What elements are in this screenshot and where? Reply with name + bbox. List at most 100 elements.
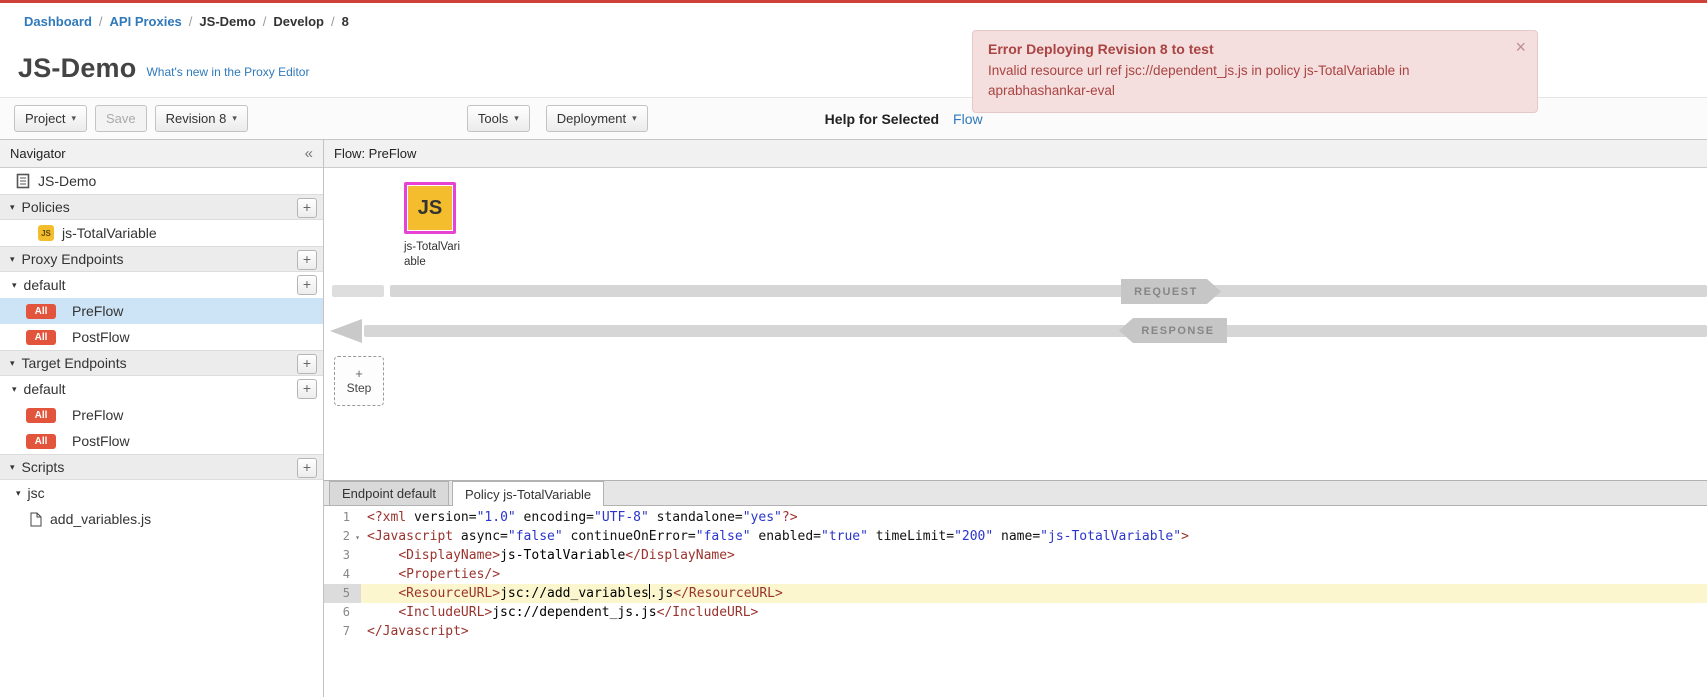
line-number: 3 [324, 546, 361, 565]
project-menu-button[interactable]: Project ▾ [14, 105, 87, 132]
policy-node-js-totalvariable[interactable]: JS js-TotalVariable [404, 182, 464, 270]
flow-condition-badge: All [26, 434, 56, 449]
target-postflow-label: PostFlow [72, 433, 130, 449]
code-editor[interactable]: 1<?xml version="1.0" encoding="UTF-8" st… [324, 506, 1707, 697]
sidebar-item-jsc-folder[interactable]: ▾ jsc [0, 480, 323, 506]
code-text[interactable]: </Javascript> [361, 622, 1707, 641]
flow-condition-badge: All [26, 330, 56, 345]
target-default-label: default [24, 381, 66, 397]
jsc-folder-label: jsc [28, 485, 45, 501]
request-pipe-start [332, 285, 384, 297]
breadcrumb-separator: / [99, 14, 103, 29]
tab-policy-js-totalvariable[interactable]: Policy js-TotalVariable [452, 481, 604, 506]
navigator-title: Navigator [10, 146, 66, 161]
code-text[interactable]: <Javascript async="false" continueOnErro… [361, 527, 1707, 546]
code-line[interactable]: 3 <DisplayName>js-TotalVariable</Display… [324, 546, 1707, 565]
code-text[interactable]: <?xml version="1.0" encoding="UTF-8" sta… [361, 508, 1707, 527]
add-policy-button[interactable]: + [297, 198, 317, 218]
whats-new-link[interactable]: What's new in the Proxy Editor [146, 65, 309, 79]
section-target-endpoints-label: Target Endpoints [22, 355, 127, 371]
policy-node-label: js-TotalVariable [404, 240, 462, 270]
breadcrumb-develop: Develop [273, 14, 324, 29]
target-preflow-label: PreFlow [72, 407, 123, 423]
code-line[interactable]: 1<?xml version="1.0" encoding="UTF-8" st… [324, 508, 1707, 527]
add-target-flow-button[interactable]: + [297, 379, 317, 399]
flow-header: Flow: PreFlow [324, 140, 1707, 168]
save-button-label: Save [106, 111, 136, 126]
code-text[interactable]: <Properties/> [361, 565, 1707, 584]
fold-toggle-icon[interactable]: ▾ [355, 528, 360, 547]
collapse-panel-icon[interactable]: « [305, 145, 313, 162]
code-line[interactable]: 2▾<Javascript async="false" continueOnEr… [324, 527, 1707, 546]
code-line[interactable]: 7</Javascript> [324, 622, 1707, 641]
sidebar-item-add-variables-js[interactable]: add_variables.js [0, 506, 323, 532]
breadcrumb-separator: / [331, 14, 335, 29]
code-line[interactable]: 4 <Properties/> [324, 565, 1707, 584]
workspace: Flow: PreFlow JS js-TotalVariable REQUES… [324, 140, 1707, 697]
section-proxy-endpoints[interactable]: ▾ Proxy Endpoints + [0, 246, 323, 272]
add-proxy-flow-button[interactable]: + [297, 275, 317, 295]
add-step-button[interactable]: + Step [334, 356, 384, 406]
script-file-label: add_variables.js [50, 511, 151, 527]
add-target-endpoint-button[interactable]: + [297, 354, 317, 374]
sidebar-item-proxy-postflow[interactable]: All PostFlow [0, 324, 323, 350]
section-scripts-label: Scripts [22, 459, 65, 475]
section-scripts[interactable]: ▾ Scripts + [0, 454, 323, 480]
code-line[interactable]: 6 <IncludeURL>jsc://dependent_js.js</Inc… [324, 603, 1707, 622]
caret-down-icon: ▾ [71, 113, 76, 124]
project-menu-label: Project [25, 111, 65, 126]
breadcrumb-api-proxies[interactable]: API Proxies [110, 14, 182, 29]
file-icon [30, 512, 42, 527]
policy-node-selected-frame: JS [404, 182, 456, 234]
caret-down-icon: ▾ [632, 113, 637, 124]
breadcrumb-dashboard[interactable]: Dashboard [24, 14, 92, 29]
revision-menu-button[interactable]: Revision 8 ▾ [155, 105, 248, 132]
line-number: 4 [324, 565, 361, 584]
breadcrumb-separator: / [263, 14, 267, 29]
add-proxy-endpoint-button[interactable]: + [297, 250, 317, 270]
help-for-selected-label: Help for Selected [825, 111, 939, 127]
line-number: 6 [324, 603, 361, 622]
deployment-menu-label: Deployment [557, 111, 626, 126]
request-banner: REQUEST [1121, 279, 1221, 304]
close-icon[interactable]: × [1515, 37, 1526, 58]
response-banner: RESPONSE [1119, 318, 1227, 343]
tools-menu-button[interactable]: Tools ▾ [467, 105, 530, 132]
triangle-down-icon: ▾ [10, 358, 15, 369]
add-step-label: Step [347, 381, 372, 395]
js-policy-icon: JS [38, 225, 54, 241]
deployment-menu-button[interactable]: Deployment ▾ [546, 105, 648, 132]
revision-menu-label: Revision 8 [166, 111, 227, 126]
tab-endpoint-default[interactable]: Endpoint default [329, 481, 449, 505]
sidebar-item-target-postflow[interactable]: All PostFlow [0, 428, 323, 454]
sidebar-item-target-default[interactable]: ▾ default + [0, 376, 323, 402]
code-text[interactable]: <IncludeURL>jsc://dependent_js.js</Inclu… [361, 603, 1707, 622]
line-number: 7 [324, 622, 361, 641]
triangle-down-icon: ▾ [16, 488, 21, 499]
section-policies[interactable]: ▾ Policies + [0, 194, 323, 220]
sidebar-item-target-preflow[interactable]: All PreFlow [0, 402, 323, 428]
line-number: 5 [324, 584, 361, 603]
code-text[interactable]: <ResourceURL>jsc://add_variables.js</Res… [361, 584, 1707, 603]
sidebar-item-proxy-root[interactable]: JS-Demo [0, 168, 323, 194]
proxy-preflow-label: PreFlow [72, 303, 123, 319]
response-pipe [364, 325, 1707, 337]
flow-condition-badge: All [26, 304, 56, 319]
main-split: Navigator « JS-Demo ▾ Policies + JS js-T… [0, 140, 1707, 697]
line-number: 1 [324, 508, 361, 527]
save-button[interactable]: Save [95, 105, 147, 132]
sidebar-item-policy-js-totalvariable[interactable]: JS js-TotalVariable [0, 220, 323, 246]
section-target-endpoints[interactable]: ▾ Target Endpoints + [0, 350, 323, 376]
sidebar-item-proxy-preflow[interactable]: All PreFlow [0, 298, 323, 324]
breadcrumb-proxy-name: JS-Demo [199, 14, 255, 29]
add-script-button[interactable]: + [297, 458, 317, 478]
editor-tabbar: Endpoint default Policy js-TotalVariable [324, 480, 1707, 506]
sidebar-item-proxy-default[interactable]: ▾ default + [0, 272, 323, 298]
triangle-down-icon: ▾ [10, 462, 15, 473]
caret-down-icon: ▾ [232, 113, 237, 124]
code-text[interactable]: <DisplayName>js-TotalVariable</DisplayNa… [361, 546, 1707, 565]
error-alert: Error Deploying Revision 8 to test Inval… [972, 30, 1538, 113]
code-lines: 1<?xml version="1.0" encoding="UTF-8" st… [324, 508, 1707, 641]
help-topic-link[interactable]: Flow [953, 111, 983, 127]
code-line[interactable]: 5 <ResourceURL>jsc://add_variables.js</R… [324, 584, 1707, 603]
